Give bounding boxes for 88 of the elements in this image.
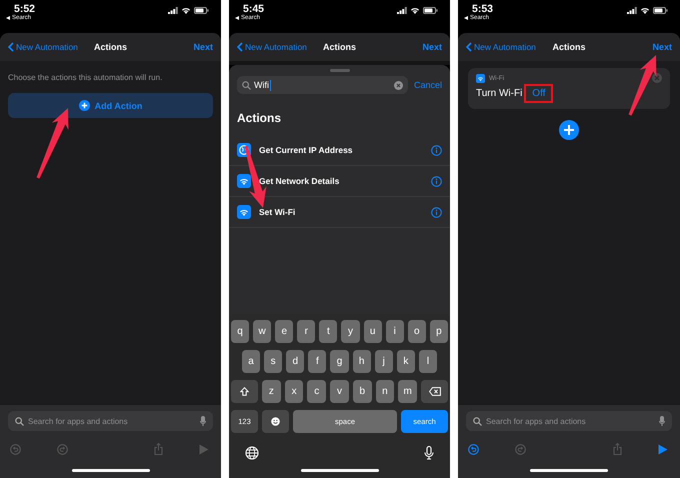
next-button[interactable]: Next [652,42,672,52]
search-field[interactable]: Search for apps and actions [8,411,213,431]
screen-title: Actions [92,42,128,52]
battery-icon [653,7,668,14]
parameter-value[interactable]: Off [524,84,554,103]
wifi-icon [640,7,650,14]
keyboard-key[interactable]: o [408,320,426,343]
emoji-icon [271,417,280,426]
cancel-button[interactable]: Cancel [414,80,442,90]
shift-icon [240,387,249,396]
status-time: 5:53 [472,3,494,15]
plus-circle-icon [78,100,90,111]
keyboard-key[interactable]: y [341,320,360,343]
section-heading: Actions [237,111,282,125]
battery-icon [423,7,438,14]
search-field[interactable]: Search for apps and actions [466,411,672,431]
keyboard-key[interactable]: s [264,350,282,373]
keyboard-key[interactable]: j [374,350,393,373]
search-icon [473,416,482,426]
shift-key[interactable] [231,380,258,403]
keyboard-key[interactable]: d [286,350,304,373]
chevron-left-icon [466,42,472,52]
keyboard-key[interactable]: c [307,380,326,403]
signal-icon [397,7,407,14]
back-button[interactable]: New Automation [8,42,78,52]
keyboard-key[interactable]: m [398,380,418,403]
wifi-icon [410,7,420,14]
keyboard-key[interactable]: g [330,350,349,373]
info-icon[interactable] [431,176,442,186]
info-icon[interactable] [431,206,442,218]
status-time: 5:52 [14,3,36,15]
back-button[interactable]: New Automation [237,42,307,52]
wifi-icon [237,205,251,219]
keyboard-key[interactable]: k [396,350,415,373]
keyboard-key[interactable]: h [352,350,371,373]
back-triangle-icon [6,16,10,20]
delete-icon [428,387,441,396]
undo-icon[interactable] [468,444,479,454]
keyboard-key[interactable]: p [430,320,448,343]
battery-icon [194,7,209,14]
add-icon[interactable] [559,120,579,140]
next-button[interactable]: Next [422,42,442,52]
keyboard-key[interactable]: l [418,350,437,373]
wifi-app-icon [476,74,485,82]
play-icon[interactable] [658,444,668,454]
back-triangle-icon [464,16,468,20]
globe-icon[interactable] [245,446,259,460]
search-icon [242,80,251,90]
keyboard-key[interactable]: u [364,320,382,343]
delete-key[interactable] [421,380,448,403]
chevron-left-icon [8,42,14,52]
clear-icon[interactable] [394,80,403,90]
wifi-icon [181,7,191,14]
status-time: 5:45 [243,3,264,15]
keyboard-key[interactable]: t [319,320,338,343]
keyboard-key[interactable]: e [275,320,294,343]
sheet-grabber[interactable] [330,69,350,72]
instruction-text: Choose the actions this automation will run. [8,73,164,82]
info-icon[interactable] [431,144,442,156]
keyboard-key[interactable]: v [330,380,349,403]
next-button[interactable]: Next [193,42,213,52]
signal-icon [168,7,178,14]
screen-title: Actions [551,42,586,52]
emoji-key[interactable] [262,410,289,433]
keyboard-key[interactable]: b [352,380,372,403]
action-text: Turn Wi-Fi [476,88,522,99]
wifi-icon [237,174,251,188]
keyboard-key[interactable]: w [253,320,272,343]
signal-icon [627,7,637,14]
keyboard-key[interactable]: a [242,350,260,373]
chevron-left-icon [237,42,243,52]
keyboard-key[interactable]: r [297,320,316,343]
keyboard-key[interactable]: x [284,380,304,403]
screen-title: Actions [322,42,357,52]
search-input[interactable]: Search for apps and actions [486,416,655,426]
microphone-icon[interactable] [424,446,434,460]
search-input[interactable]: Search for apps and actions [28,416,196,426]
keyboard-key[interactable]: n [376,380,394,403]
back-triangle-icon [235,16,239,20]
keyboard-key[interactable]: z [262,380,281,403]
search-icon [15,416,24,426]
close-icon[interactable] [652,73,662,83]
search-field[interactable]: Wifi [237,76,408,94]
keyboard-key[interactable]: q [231,320,250,343]
keyboard-key[interactable]: i [386,320,404,343]
keyboard-key[interactable]: f [308,350,326,373]
add-action-button[interactable]: Add Action [8,93,213,118]
back-button[interactable]: New Automation [466,42,536,52]
